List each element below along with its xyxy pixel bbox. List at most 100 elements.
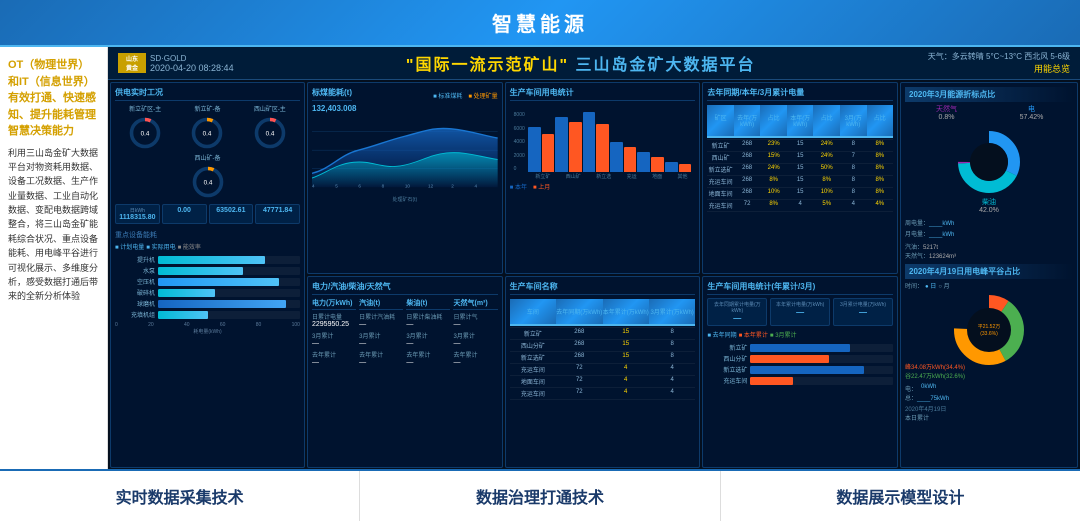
elec-daily-label: 日累计电量 xyxy=(312,312,356,321)
weekly-value: ____kWh xyxy=(929,221,954,227)
site-4-prev: 268 xyxy=(734,177,761,186)
logo-area: 山东黄金 SD·GOLD 2020-04-20 08:28:44 xyxy=(118,53,234,73)
tab-governance[interactable]: 数据治理打通技术 xyxy=(360,471,720,521)
bar-label-2: 水泵 xyxy=(115,266,155,275)
wh-col3: 本年累计(万kWh) xyxy=(603,299,649,326)
wh-col1: 车间 xyxy=(510,299,556,326)
tab-display[interactable]: 数据展示模型设计 xyxy=(721,471,1080,521)
bar-fill-3 xyxy=(158,278,279,286)
prod-bar-3-fill xyxy=(750,366,864,374)
bar-fill-4 xyxy=(158,289,215,297)
col-3m-pct: 占比 xyxy=(867,105,894,138)
elec-3m-value: — xyxy=(312,340,356,347)
daily-kwh: 0kWh xyxy=(921,384,936,393)
bar-group-4 xyxy=(610,142,636,172)
page-title: 智慧能源 xyxy=(492,14,588,36)
prod-bar-1: 新立矿 xyxy=(707,343,893,352)
prod-bar-chart: ■ 去年同期 ■ 本年累计 ■ 3月累计 新立矿 西山分矿 xyxy=(707,330,893,387)
diesel-3m-value: — xyxy=(406,340,450,347)
col-prev: 去年(万kWh) xyxy=(734,105,761,138)
bar-fill-1 xyxy=(158,256,265,264)
site-2-curr: 15 xyxy=(787,153,814,162)
body-text: 利用三山岛金矿大数据平台对物资耗用数据、设备工况数据、生产作业量数据、工业自动化… xyxy=(8,146,99,304)
bar-row-3: 空压机 xyxy=(115,277,300,286)
energy-bottom-grid: 电力(万kWh) 日累计电量 2295950.25 3月累计 — 去年累计 — … xyxy=(312,298,498,366)
gauge-3-label: 西山矿区-主 xyxy=(254,104,286,113)
logo-box: 山东黄金 xyxy=(118,53,146,73)
prod-bar-3: 新立选矿 xyxy=(707,365,893,374)
prod-bar-4-bg xyxy=(750,377,893,385)
gauge-3-svg: 0.4 xyxy=(252,115,288,151)
bar-group-5 xyxy=(637,152,663,172)
wh-r1c1: 新立矿 xyxy=(510,329,556,338)
diesel-pct: 42.0% xyxy=(979,207,999,214)
elec-pct: 57.42% xyxy=(990,114,1073,121)
donut-svg xyxy=(954,127,1024,197)
bar-g1-1 xyxy=(528,127,541,172)
donut2-wrap: 平21.52万 (33.6%) xyxy=(949,290,1029,370)
table-row-4: 充运车间 268 8% 15 8% 8 8% xyxy=(707,176,893,188)
wh-r1c4: 8 xyxy=(649,329,695,338)
wh-col4: 3月累计(万kWh) xyxy=(649,299,695,326)
wh-r2c3: 15 xyxy=(603,341,649,350)
site-3: 新立选矿 xyxy=(707,165,734,174)
left-text-panel: OT（物理世界）和IT（信息世界）有效打通、快速感知、提升能耗管理智慧决策能力 … xyxy=(0,47,108,469)
title-quote: "国际一流示范矿山" xyxy=(406,57,569,74)
workshop-legend-month: ■ 上月 xyxy=(533,182,550,191)
bar-fill-2 xyxy=(158,267,243,275)
datetime: 2020-04-20 08:28:44 xyxy=(150,63,234,73)
gauge-2: 新立矿-备 0.4 xyxy=(185,104,230,151)
wh-r4c2: 72 xyxy=(556,365,602,374)
tab-realtime[interactable]: 实时数据采集技术 xyxy=(0,471,360,521)
dashboard-grid: 供电实时工况 新立矿区-主 0.4 新立矿-备 xyxy=(108,80,1080,469)
workshop-legend-year: ■ 本年 xyxy=(510,182,527,191)
site-6-prev: 72 xyxy=(734,201,761,210)
production-bottom-title: 生产车间用电统计(年累计/3月) xyxy=(707,281,893,295)
svg-text:0.4: 0.4 xyxy=(203,131,212,138)
table-row-2: 西山矿 268 15% 15 24% 7 8% xyxy=(707,152,893,164)
kpi-row: 日kWh 1118315.80 0.00 63502.61 47771.84 xyxy=(115,204,300,224)
bar-g1-2 xyxy=(542,134,555,172)
legend-plan: ■ 标准煤耗 xyxy=(433,91,462,100)
natgas-col-title: 天然气(m³) xyxy=(453,298,497,310)
gas-label: 天然气 xyxy=(905,104,988,114)
bottom-tabs: 实时数据采集技术 数据治理打通技术 数据展示模型设计 xyxy=(0,469,1080,521)
donut2-svg: 平21.52万 (33.6%) xyxy=(949,290,1029,370)
svg-text:4: 4 xyxy=(312,183,315,188)
prod-legend-1: ■ 去年同期 xyxy=(707,330,736,339)
site-1-curr-pct: 24% xyxy=(813,141,840,150)
bar-group-2 xyxy=(555,117,581,172)
gauge-1: 新立矿区-主 0.4 xyxy=(123,104,168,151)
wh-r1c3: 15 xyxy=(603,329,649,338)
wh-r3c4: 8 xyxy=(649,353,695,362)
bar-g2-1 xyxy=(555,117,568,172)
svg-text:0.4: 0.4 xyxy=(203,180,212,187)
gauge-2-svg: 0.4 xyxy=(189,115,225,151)
wh-r2c2: 268 xyxy=(556,341,602,350)
gauge-2-label: 新立矿-备 xyxy=(194,104,220,113)
bar-groups xyxy=(528,112,692,172)
workshop-row-4: 充运车间 72 4 4 xyxy=(510,364,696,376)
dashboard-title-area: "国际一流示范矿山" 三山岛金矿大数据平台 xyxy=(406,51,756,75)
svg-text:0.4: 0.4 xyxy=(265,131,274,138)
prod-bar-legend: ■ 去年同期 ■ 本年累计 ■ 3月累计 xyxy=(707,330,893,339)
bar-bg-1 xyxy=(158,256,300,264)
diesel-daily-label: 日累计柴油耗 xyxy=(406,312,450,321)
workshop-legend: ■ 本年 ■ 上月 xyxy=(510,182,696,191)
wh-r3c2: 268 xyxy=(556,353,602,362)
bar-g5-1 xyxy=(637,152,650,172)
prod-legend-3: ■ 3月累计 xyxy=(770,330,797,339)
wh-r3c1: 新立选矿 xyxy=(510,353,556,362)
diesel-prev-label: 去年累计 xyxy=(406,350,450,359)
col-3m: 3月(万kWh) xyxy=(840,105,867,138)
site-6-prev-pct: 8% xyxy=(760,201,787,210)
site-3-3m: 8 xyxy=(840,165,867,174)
site-1-prev: 268 xyxy=(734,141,761,150)
site-1-curr: 15 xyxy=(787,141,814,150)
site-6-curr-pct: 5% xyxy=(813,201,840,210)
prod-legend-2: ■ 本年累计 xyxy=(739,330,768,339)
bar-label-4: 破碎机 xyxy=(115,288,155,297)
workshop-detail-table: 车间 去年同期(万kWh) 本年累计(万kWh) 3月累计(万kWh) 新立矿 … xyxy=(510,298,696,400)
col-electricity: 电力(万kWh) 日累计电量 2295950.25 3月累计 — 去年累计 — xyxy=(312,298,356,366)
gauge-4-label: 西山矿-备 xyxy=(195,153,221,162)
